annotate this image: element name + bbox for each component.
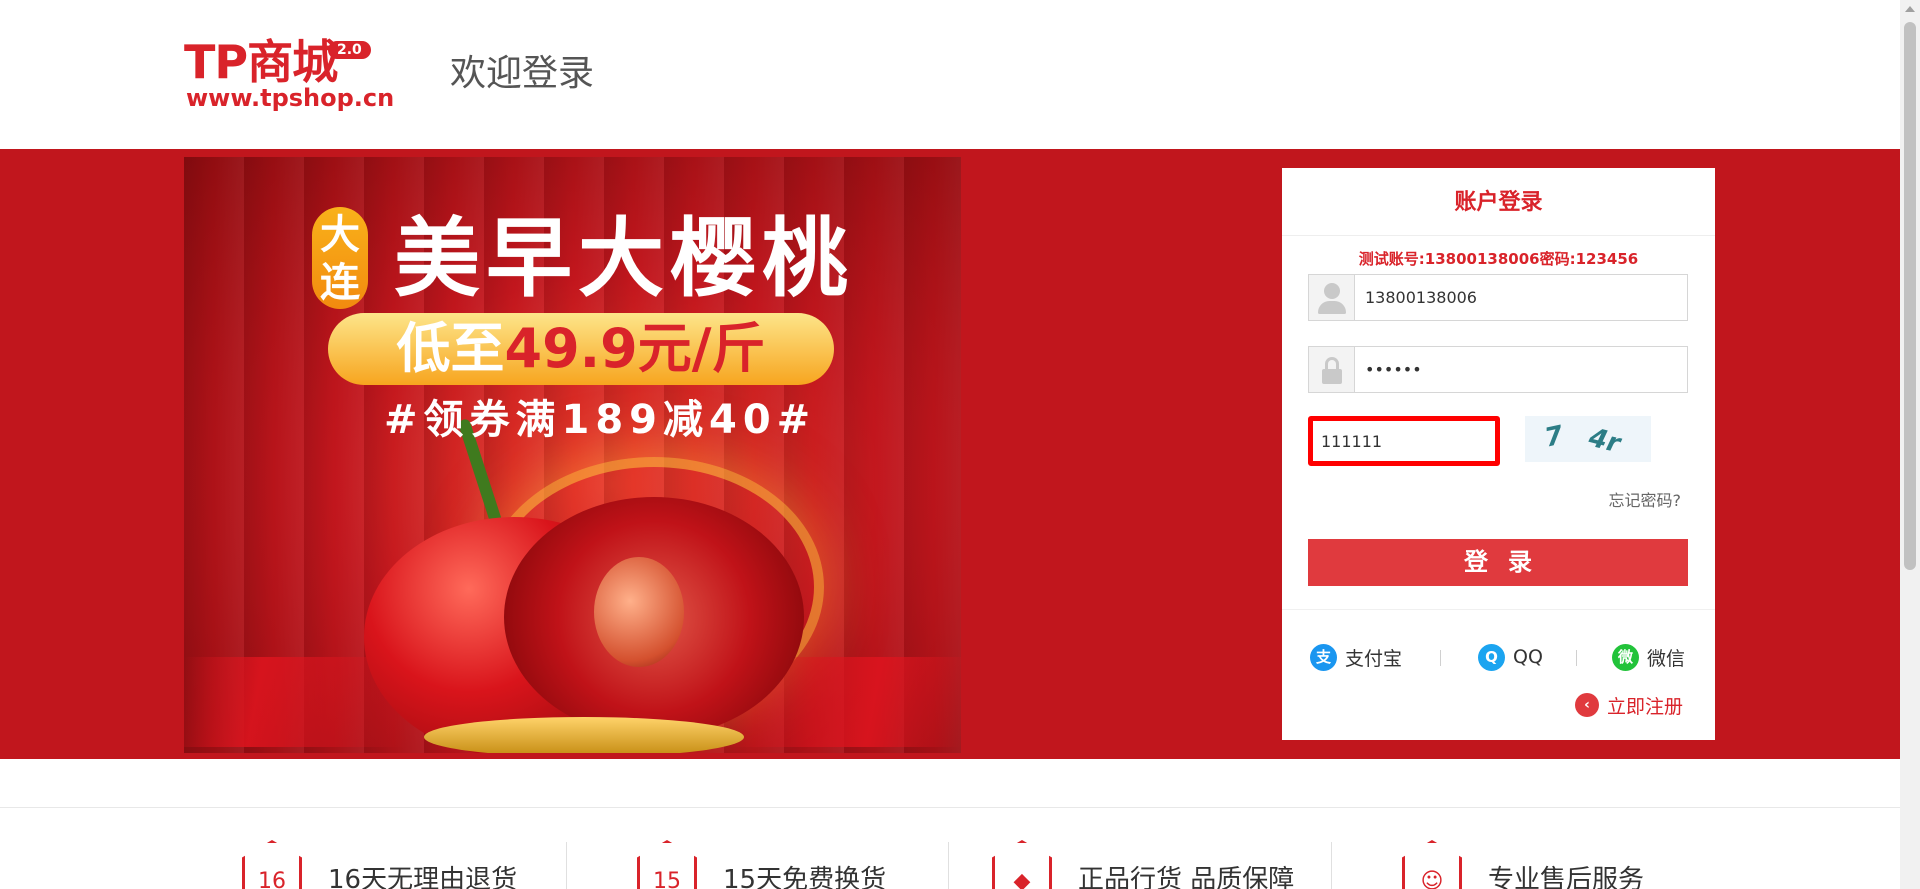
golden-pedestal [424, 717, 744, 753]
wechat-icon: 微 [1612, 643, 1639, 671]
alipay-icon: 支 [1310, 643, 1337, 671]
logo-version-badge: 2.0 [328, 41, 371, 59]
service-label: 16天无理由退货 [328, 865, 518, 889]
service-item: 15 15天免费换货 [637, 840, 886, 889]
forgot-password-link[interactable]: 忘记密码? [1609, 490, 1682, 512]
exchange-badge-icon: 15 [637, 840, 697, 889]
separator [948, 842, 949, 889]
captcha-glyph: 4r [1585, 422, 1624, 460]
captcha-input[interactable] [1313, 421, 1495, 461]
captcha-image[interactable]: 7 4r [1525, 416, 1651, 462]
qq-label: QQ [1513, 646, 1543, 668]
vertical-scrollbar[interactable] [1900, 0, 1920, 889]
alipay-label: 支付宝 [1345, 647, 1403, 670]
test-account-tip: 测试账号:13800138006密码:123456 [1358, 250, 1639, 268]
wechat-login-link[interactable]: 微 微信 [1612, 642, 1685, 672]
lock-icon [1309, 347, 1355, 392]
divider [0, 807, 1900, 808]
username-input[interactable] [1365, 275, 1675, 320]
user-icon [1309, 275, 1355, 320]
scrollbar-thumb[interactable] [1904, 22, 1916, 570]
service-item: ◆ 正品行货 品质保障 [992, 840, 1294, 889]
price-pill: 低至49.9元/斤 [328, 313, 834, 385]
separator [1331, 842, 1332, 889]
chevron-left-icon: ‹ [1575, 693, 1599, 717]
divider [1282, 609, 1715, 610]
service-label: 15天免费换货 [723, 865, 887, 889]
service-item: ☺ 专业售后服务 [1402, 840, 1644, 889]
price-prefix: 低至 [396, 317, 505, 380]
cherry-pit-image [594, 557, 684, 667]
password-field [1308, 346, 1688, 393]
support-agent-icon: ☺ [1402, 840, 1462, 889]
city-tag: 大连 [312, 207, 368, 309]
logo-title: TP商城 [184, 35, 338, 89]
username-field [1308, 274, 1688, 321]
diamond-icon: ◆ [992, 840, 1052, 889]
login-page: TP商城 2.0 www.tpshop.cn 欢迎登录 大连 美早大樱桃 低至4… [0, 0, 1920, 889]
captcha-field [1308, 416, 1500, 466]
password-input[interactable] [1365, 347, 1675, 392]
register-link[interactable]: ‹ 立即注册 [1575, 692, 1683, 718]
site-logo[interactable]: TP商城 2.0 www.tpshop.cn [184, 36, 424, 116]
captcha-glyph: 7 [1542, 420, 1567, 454]
coupon-text: #领券满189减40# [384, 397, 817, 443]
separator [1440, 650, 1441, 666]
separator [1576, 650, 1577, 666]
service-label: 正品行货 品质保障 [1078, 865, 1295, 889]
site-header: TP商城 2.0 www.tpshop.cn 欢迎登录 [0, 0, 1900, 149]
login-button[interactable]: 登录 [1308, 539, 1688, 586]
welcome-heading: 欢迎登录 [450, 53, 595, 94]
divider [1282, 235, 1715, 236]
login-title: 账户登录 [1454, 190, 1543, 215]
promo-title: 美早大樱桃 [394, 209, 854, 309]
logo-url: www.tpshop.cn [186, 84, 395, 112]
return-badge-icon: 16 [242, 840, 302, 889]
separator [566, 842, 567, 889]
register-label: 立即注册 [1607, 695, 1684, 718]
alipay-login-link[interactable]: 支 支付宝 [1310, 642, 1402, 672]
scroll-up-arrow-icon[interactable] [1905, 6, 1915, 12]
promo-banner[interactable]: 大连 美早大樱桃 低至49.9元/斤 #领券满189减40# [184, 157, 961, 753]
service-label: 专业售后服务 [1488, 865, 1645, 889]
qq-login-link[interactable]: Q QQ [1478, 642, 1543, 672]
login-panel: 账户登录 测试账号:13800138006密码:123456 7 4r 忘记密码… [1282, 168, 1715, 740]
service-item: 16 16天无理由退货 [242, 840, 517, 889]
qq-icon: Q [1478, 643, 1505, 671]
wechat-label: 微信 [1647, 647, 1686, 670]
price-highlight: 49.9元/斤 [504, 317, 766, 380]
